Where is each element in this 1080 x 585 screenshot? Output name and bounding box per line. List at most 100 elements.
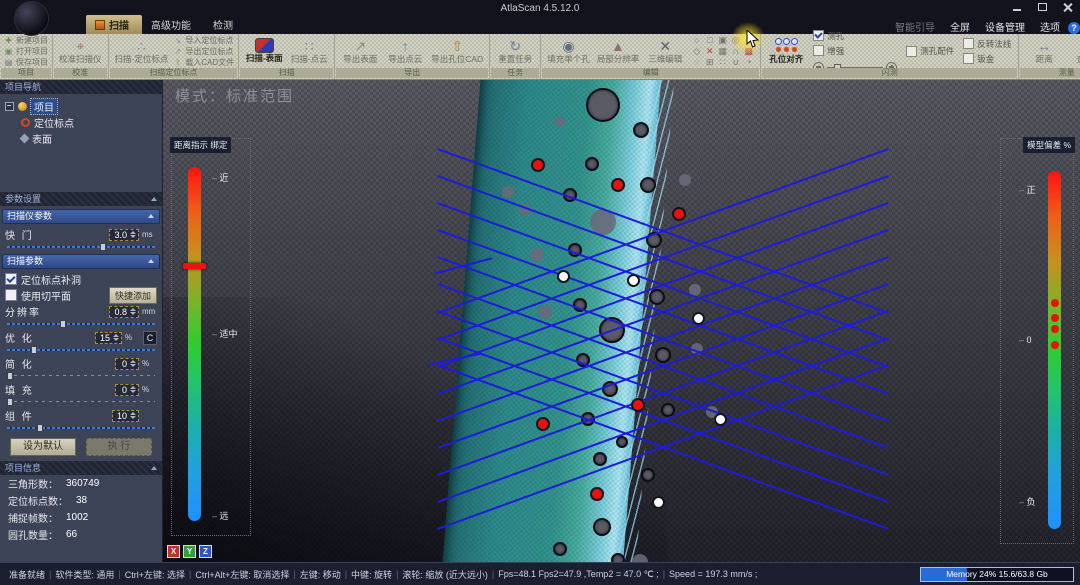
- select-grid-icon[interactable]: ▦: [716, 46, 729, 57]
- table-icon[interactable]: ⊞: [703, 57, 716, 68]
- distance-indicator-header[interactable]: 距离指示 绑定: [170, 137, 231, 153]
- shutter-spinner[interactable]: 3.0: [109, 229, 139, 241]
- sheet-metal-checkbox[interactable]: 钣金: [963, 53, 1011, 65]
- export-surface-button[interactable]: ↗导出表面: [339, 35, 381, 68]
- axis-z-button[interactable]: Z: [199, 545, 212, 558]
- simplify-slider[interactable]: [7, 372, 155, 380]
- collapse-icon[interactable]: [151, 197, 157, 201]
- select-window-icon[interactable]: ▣: [716, 35, 729, 46]
- collapse-icon[interactable]: [148, 214, 154, 218]
- component-slider[interactable]: [7, 424, 155, 432]
- menu-fullscreen[interactable]: 全屏: [950, 19, 970, 34]
- view-hole-button[interactable]: ◎查看孔: [1068, 35, 1080, 68]
- tab-advanced[interactable]: 高级功能: [142, 15, 204, 34]
- select-lasso-icon[interactable]: ◌: [690, 57, 703, 68]
- tab-inspect[interactable]: 检测: [204, 15, 246, 34]
- tree-item-targets[interactable]: 定位标点: [21, 114, 162, 130]
- select-rect-icon[interactable]: □: [703, 35, 716, 46]
- slider-thumb[interactable]: [37, 424, 43, 432]
- distance-marker[interactable]: [183, 263, 206, 269]
- invert-normals-checkbox[interactable]: 反转法线: [963, 38, 1011, 50]
- delete-selection-icon[interactable]: ✕: [703, 46, 716, 57]
- menu-device-manager[interactable]: 设备管理: [985, 19, 1025, 34]
- fill-single-hole-button[interactable]: ◉填充单个孔: [545, 35, 592, 68]
- help-icon[interactable]: ?: [1068, 22, 1080, 34]
- scan-targets-button[interactable]: ∴扫描-定位标点: [113, 35, 171, 68]
- tab-scan[interactable]: 扫描: [86, 15, 142, 34]
- spinner-arrows-icon[interactable]: [130, 412, 136, 419]
- resolution-slider[interactable]: [7, 320, 155, 328]
- menu-options[interactable]: 选项: [1040, 19, 1060, 34]
- 3d-viewport[interactable]: 模式：标准范围 距离指示 绑定 近 适中 远 模型偏差 % 正 0 负 XYZ: [163, 80, 1080, 562]
- spinner-arrows-icon[interactable]: [130, 360, 136, 367]
- edit-3d-button[interactable]: ✕三维编辑: [644, 35, 686, 68]
- undo-icon[interactable]: ◔: [742, 57, 755, 68]
- fill-slider[interactable]: [7, 398, 155, 406]
- hole-fitting-checkbox[interactable]: 测孔配件: [906, 45, 954, 57]
- minimize-button[interactable]: [1011, 2, 1024, 13]
- spinner-arrows-icon[interactable]: [130, 231, 136, 238]
- measure-hole-checkbox[interactable]: 测孔: [813, 30, 897, 42]
- local-resolution-button[interactable]: ▲局部分辨率: [595, 35, 642, 68]
- enhance-checkbox[interactable]: 增强: [813, 45, 897, 57]
- slider-thumb[interactable]: [60, 320, 66, 328]
- calibrate-scanner-button[interactable]: ⌖校准扫描仪: [57, 35, 104, 68]
- set-default-button[interactable]: 设为默认: [10, 438, 76, 456]
- resolution-spinner[interactable]: 0.8: [109, 306, 139, 318]
- restore-button[interactable]: [1036, 2, 1049, 13]
- simplify-spinner[interactable]: 0: [115, 358, 139, 370]
- optimize-row: 优 化15%C: [0, 329, 162, 346]
- scan-params-header[interactable]: 扫描参数: [2, 254, 160, 269]
- dots-tool-icon[interactable]: ∷: [716, 57, 729, 68]
- slider-thumb[interactable]: [7, 398, 13, 406]
- menu-smart-guide[interactable]: 智能引导: [895, 19, 935, 34]
- component-spinner[interactable]: 10: [112, 410, 139, 422]
- open-project-button[interactable]: ▣打开项目: [4, 47, 48, 56]
- shutter-slider[interactable]: [7, 243, 155, 251]
- export-pointcloud-button[interactable]: ↑导出点云: [384, 35, 426, 68]
- distance-button[interactable]: ↔距离: [1023, 35, 1065, 68]
- target-hole-fill-checkbox[interactable]: 定位标点补洞: [0, 271, 162, 287]
- scan-tab-icon: [95, 20, 105, 30]
- scan-pointcloud-button[interactable]: ∷扫描-点云: [288, 35, 330, 68]
- refresh-icon[interactable]: C: [143, 331, 157, 345]
- expand-toggle[interactable]: [5, 102, 14, 111]
- select-circle-icon[interactable]: ○: [690, 35, 703, 46]
- scan-surface-button[interactable]: 扫描-表面: [243, 35, 285, 68]
- checkbox-box: [813, 30, 824, 41]
- tree-item-project[interactable]: 项目: [5, 98, 162, 114]
- execute-button[interactable]: 执 行: [86, 438, 152, 456]
- slider-thumb[interactable]: [100, 243, 106, 251]
- export-targets-button[interactable]: ↗导出定位标点: [173, 47, 234, 56]
- quick-add-button[interactable]: 快捷添加: [109, 287, 157, 304]
- close-button[interactable]: [1061, 2, 1074, 13]
- optimize-spinner[interactable]: 15: [95, 332, 122, 344]
- checkbox-box: [963, 53, 974, 64]
- save-project-button[interactable]: ▤保存项目: [4, 58, 48, 67]
- new-project-button[interactable]: ✚新建项目: [4, 36, 48, 45]
- deviation-pos-label: 正: [1019, 183, 1036, 196]
- collapse-icon[interactable]: [148, 259, 154, 263]
- spinner-arrows-icon[interactable]: [130, 386, 136, 393]
- use-cut-plane-checkbox[interactable]: 使用切平面快捷添加: [0, 287, 162, 303]
- tree-item-surface[interactable]: 表面: [21, 130, 162, 146]
- magnet-icon[interactable]: ∪: [729, 57, 742, 68]
- optimize-slider[interactable]: [7, 346, 155, 354]
- import-targets-button[interactable]: ↘导入定位标点: [173, 36, 234, 45]
- reset-task-button[interactable]: ↻重置任务: [494, 35, 536, 68]
- load-cad-file-button[interactable]: ⇧载入CAD文件: [173, 58, 234, 67]
- hole-align-button[interactable]: 孔位对齐: [765, 35, 807, 68]
- export-holes-cad-button[interactable]: ⇧导出孔位CAD: [429, 35, 485, 68]
- deviation-header[interactable]: 模型偏差 %: [1023, 137, 1075, 153]
- spinner-arrows-icon[interactable]: [113, 334, 119, 341]
- select-poly-icon[interactable]: ◇: [690, 46, 703, 57]
- scanner-params-header[interactable]: 扫描仪参数: [2, 209, 160, 224]
- slider-thumb[interactable]: [31, 346, 37, 354]
- fill-spinner[interactable]: 0: [115, 384, 139, 396]
- export-pointcloud-icon: ↑: [402, 38, 409, 54]
- axis-y-button[interactable]: Y: [183, 545, 196, 558]
- slider-thumb[interactable]: [7, 372, 13, 380]
- spinner-arrows-icon[interactable]: [130, 308, 136, 315]
- collapse-icon[interactable]: [151, 466, 157, 470]
- axis-x-button[interactable]: X: [167, 545, 180, 558]
